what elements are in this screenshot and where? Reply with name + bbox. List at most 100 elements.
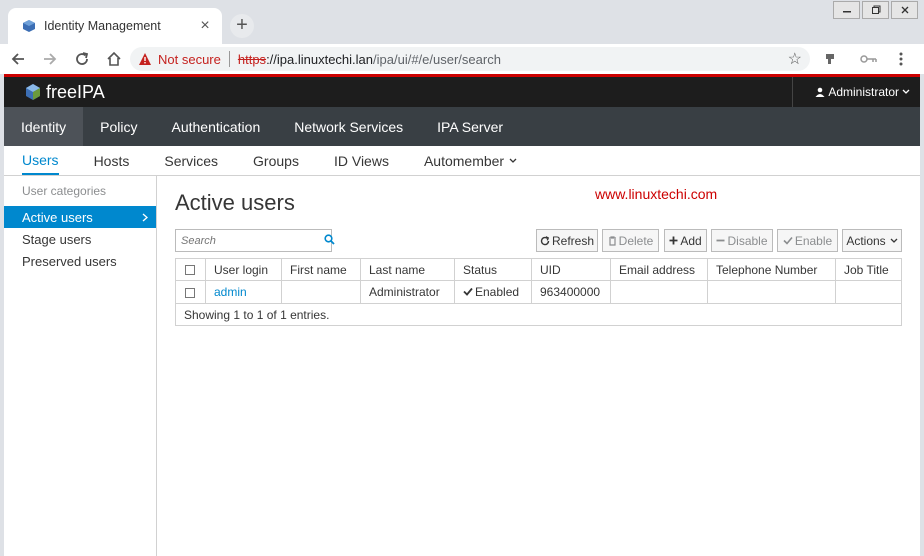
actions-label: Actions [846,233,886,248]
cell-job-title [835,280,902,304]
restore-icon[interactable] [862,1,889,19]
secondary-nav: Users Hosts Services Groups ID Views Aut… [4,146,920,176]
nav-ipa-server[interactable]: IPA Server [420,107,520,146]
chevron-right-icon [142,213,148,221]
chevron-down-icon [509,158,517,163]
checkmark-icon [783,236,793,245]
key-icon[interactable] [858,49,880,69]
watermark-text: www.linuxtechi.com [595,186,718,202]
users-table: User login First name Last name Status U… [175,258,902,326]
col-user-login[interactable]: User login [205,258,282,281]
cell-telephone [707,280,836,304]
cell-last-name: Administrator [360,280,455,304]
tab-id-views[interactable]: ID Views [334,146,389,175]
omnibox-divider [228,51,230,67]
url-scheme: https [237,51,267,67]
home-icon[interactable] [100,45,128,73]
back-icon[interactable] [4,45,32,73]
user-menu-label: Administrator [828,85,899,99]
select-all-cell [175,258,206,281]
browser-tab[interactable]: Identity Management × [8,8,222,44]
sidebar-item-preserved-users[interactable]: Preserved users [4,250,156,272]
user-icon [815,87,825,97]
sidebar-item-label: Active users [22,209,93,225]
col-last-name[interactable]: Last name [360,258,455,281]
window-controls [831,1,918,19]
delete-label: Delete [618,233,654,248]
bookmark-star-icon[interactable]: ☆ [788,49,802,69]
nav-authentication[interactable]: Authentication [155,107,278,146]
brand[interactable]: freeIPA [4,82,105,103]
tab-groups[interactable]: Groups [253,146,299,175]
cell-user-login: admin [205,280,282,304]
table-footer-row: Showing 1 to 1 of 1 entries. [175,303,902,326]
freeipa-logo-icon [26,84,40,100]
search-icon[interactable] [324,233,335,248]
trash-icon [608,235,616,246]
close-tab-icon[interactable]: × [196,17,214,35]
browser-toolbar: Not secure https://ipa.linuxtechi.lan/ip… [0,44,924,74]
col-status[interactable]: Status [454,258,532,281]
table-row: admin Administrator Enabled 963400000 [175,280,902,304]
tab-users[interactable]: Users [22,146,59,175]
refresh-button[interactable]: Refresh [536,229,598,252]
disable-button[interactable]: Disable [711,229,773,252]
user-menu[interactable]: Administrator [792,77,920,107]
browser-menu-icon[interactable] [890,49,912,69]
extension-icon[interactable] [820,49,842,69]
status-text: Enabled [475,285,520,299]
url-host: ://ipa.linuxtechi.lan [266,51,374,67]
sidebar-item-active-users[interactable]: Active users [4,206,156,228]
brand-name: freeIPA [46,81,105,102]
sidebar: User categories Active users Stage users… [4,176,157,556]
select-all-checkbox[interactable] [185,265,195,276]
page-title: Active users [175,190,295,215]
add-label: Add [680,233,702,248]
row-checkbox[interactable] [185,287,195,298]
col-first-name[interactable]: First name [281,258,361,281]
enable-label: Enable [794,233,833,248]
primary-nav: Identity Policy Authentication Network S… [4,107,920,146]
col-uid[interactable]: UID [531,258,611,281]
refresh-label: Refresh [551,233,595,248]
close-window-icon[interactable] [891,1,918,19]
user-login-link[interactable]: admin [214,285,247,299]
delete-button[interactable]: Delete [602,229,659,252]
sidebar-item-stage-users[interactable]: Stage users [4,228,156,250]
tab-services[interactable]: Services [164,146,218,175]
address-bar[interactable]: Not secure https://ipa.linuxtechi.lan/ip… [130,47,810,71]
reload-icon[interactable] [68,45,96,73]
browser-tabstrip: Identity Management × + [0,0,924,44]
nav-policy[interactable]: Policy [83,107,154,146]
enable-button[interactable]: Enable [777,229,838,252]
refresh-icon [540,235,550,245]
col-job-title[interactable]: Job Title [835,258,902,281]
tab-hosts[interactable]: Hosts [94,146,130,175]
minimize-icon[interactable] [833,1,860,19]
cell-uid: 963400000 [531,280,611,304]
tab-automember-label: Automember [423,152,505,169]
sidebar-heading: User categories [22,184,107,198]
actions-dropdown[interactable]: Actions [842,229,902,252]
tab-automember[interactable]: Automember [424,146,517,175]
add-button[interactable]: Add [664,229,707,252]
not-secure-label[interactable]: Not secure [158,52,221,67]
search-box [175,229,335,252]
new-tab-button[interactable]: + [230,14,254,38]
col-telephone[interactable]: Telephone Number [707,258,836,281]
nav-identity[interactable]: Identity [4,107,84,146]
table-header-row: User login First name Last name Status U… [175,258,902,281]
chevron-down-icon [902,89,910,94]
pagination-summary: Showing 1 to 1 of 1 entries. [175,303,902,326]
cell-status: Enabled [454,280,532,304]
forward-icon[interactable] [36,45,64,73]
disable-label: Disable [727,233,768,248]
chevron-down-icon [890,238,898,243]
nav-network-services[interactable]: Network Services [277,107,420,146]
col-email[interactable]: Email address [610,258,708,281]
plus-icon [669,236,678,245]
freeipa-favicon-icon [23,20,35,32]
search-input[interactable] [176,234,324,247]
url-path: /ipa/ui/#/e/user/search [373,51,501,67]
cell-first-name [281,280,361,304]
